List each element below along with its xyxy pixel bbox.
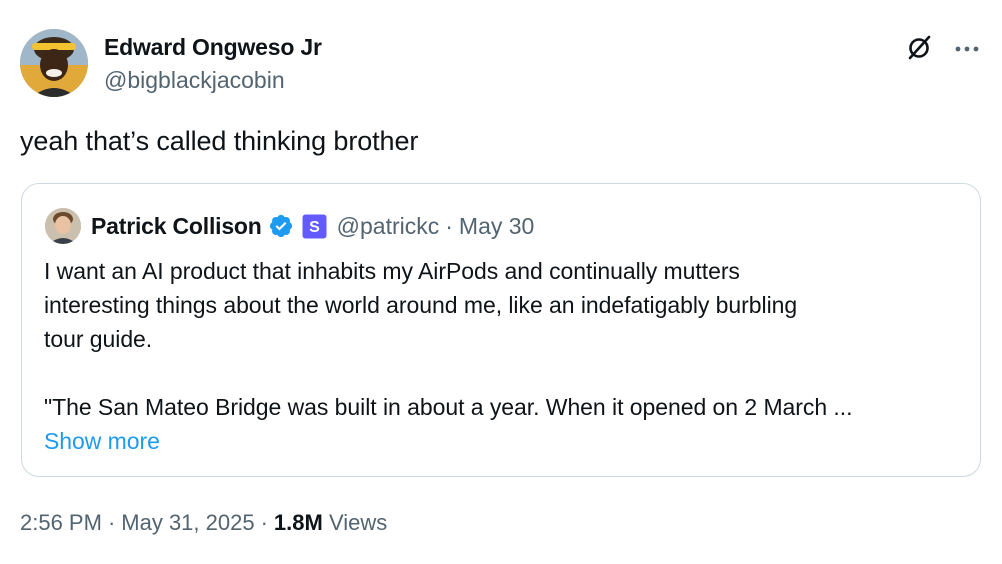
quoted-line: tour guide. bbox=[44, 326, 153, 352]
separator-dot: · bbox=[107, 510, 116, 535]
author-avatar[interactable] bbox=[20, 29, 88, 97]
tweet: Edward Ongweso Jr @bigblackjacobin yeah … bbox=[0, 0, 1002, 564]
more-options-button[interactable] bbox=[950, 33, 984, 65]
tweet-meta: 2:56 PM · May 31, 2025 · 1.8M Views bbox=[20, 506, 387, 540]
quoted-author-name[interactable]: Patrick Collison bbox=[91, 213, 262, 240]
quoted-tweet-card[interactable]: Patrick Collison S @patrickc · May 30 I … bbox=[21, 183, 981, 477]
tweet-date[interactable]: May 31, 2025 bbox=[121, 510, 254, 535]
svg-text:S: S bbox=[309, 219, 320, 236]
affiliate-badge[interactable]: S bbox=[302, 214, 327, 239]
tweet-time[interactable]: 2:56 PM bbox=[20, 510, 102, 535]
separator-dot: · bbox=[260, 510, 268, 535]
quoted-author-avatar[interactable] bbox=[45, 208, 81, 244]
show-more-link[interactable]: Show more bbox=[44, 428, 160, 454]
quoted-author-handle[interactable]: @patrickc bbox=[337, 213, 440, 240]
verified-badge-icon bbox=[268, 213, 294, 239]
quoted-line: I want an AI product that inhabits my Ai… bbox=[44, 258, 740, 284]
views-label: Views bbox=[328, 510, 388, 535]
author-name[interactable]: Edward Ongweso Jr bbox=[104, 33, 322, 61]
grok-button[interactable] bbox=[903, 33, 935, 65]
slashed-circle-icon bbox=[904, 32, 934, 67]
quoted-tweet-text: I want an AI product that inhabits my Ai… bbox=[44, 254, 974, 458]
separator-dot: · bbox=[445, 212, 453, 239]
views-count[interactable]: 1.8M bbox=[274, 510, 323, 535]
quoted-line: "The San Mateo Bridge was built in about… bbox=[44, 394, 853, 420]
quoted-tweet-date[interactable]: May 30 bbox=[459, 213, 534, 240]
quoted-line: interesting things about the world aroun… bbox=[44, 292, 798, 318]
more-dots-icon bbox=[954, 40, 980, 58]
tweet-text: yeah that’s called thinking brother bbox=[20, 126, 419, 156]
quoted-tweet-header: Patrick Collison S @patrickc · May 30 bbox=[91, 208, 534, 244]
author-handle[interactable]: @bigblackjacobin bbox=[104, 66, 285, 94]
